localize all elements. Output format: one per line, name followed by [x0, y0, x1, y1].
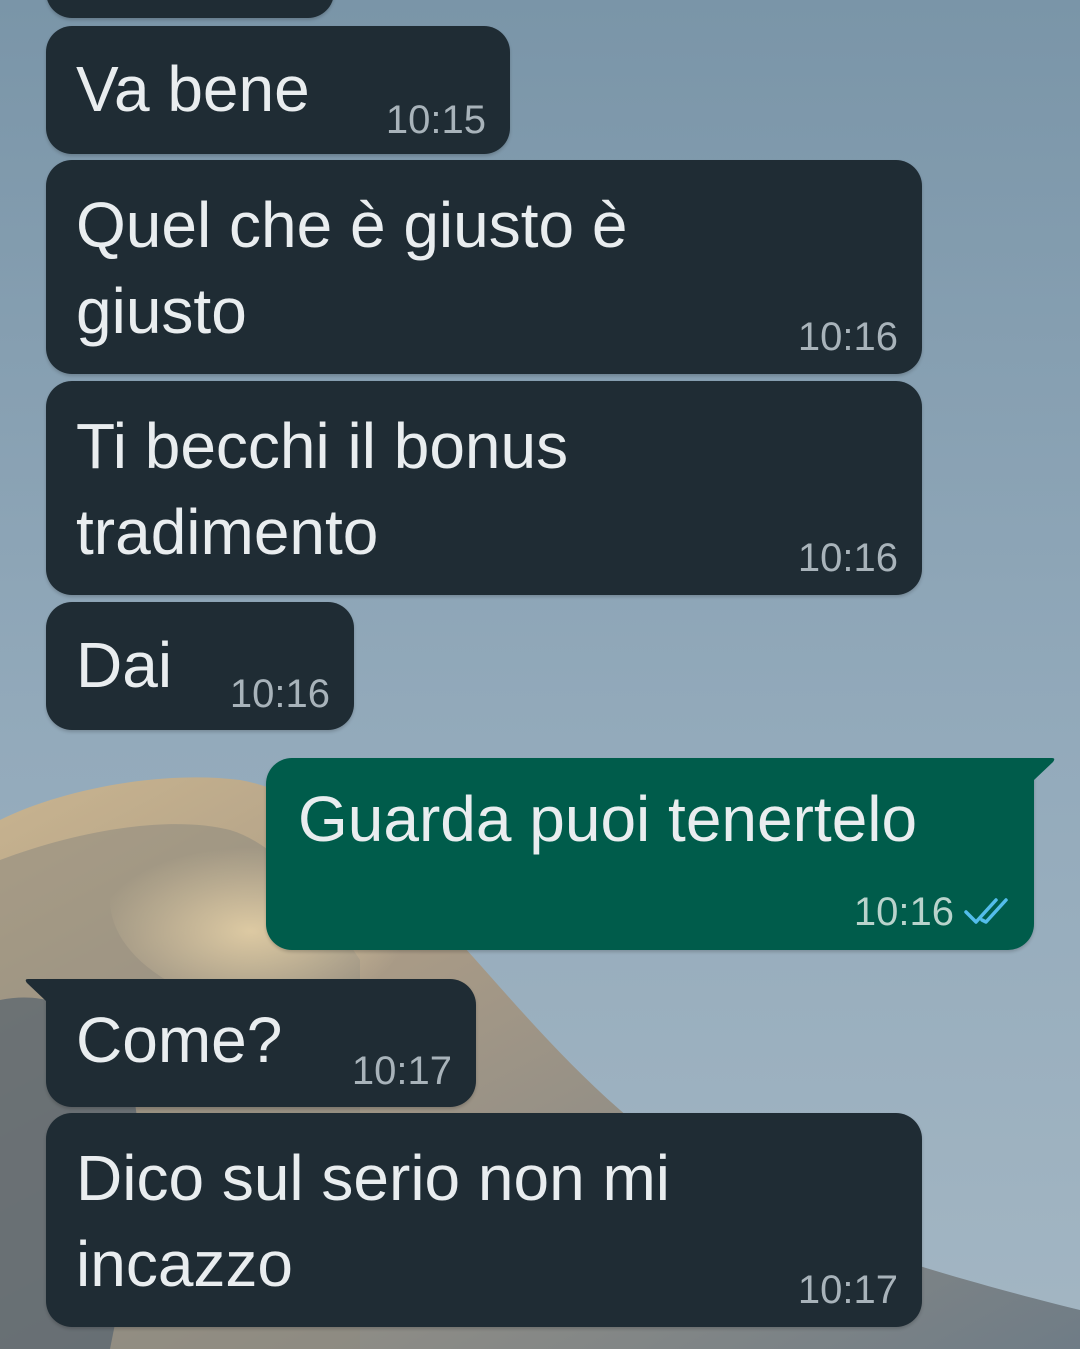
read-double-check-icon: [964, 898, 1008, 924]
message-bubble-outgoing[interactable]: Guarda puoi tenertelo 10:16: [266, 758, 1034, 950]
message-bubble-incoming[interactable]: Va bene 10:15: [46, 26, 510, 154]
message-bubble-incoming[interactable]: Dico sul serio non mi incazzo 10:17: [46, 1113, 922, 1327]
message-time: 10:16: [797, 536, 898, 580]
message-text-line-2: giusto: [76, 275, 247, 347]
message-time: 10:16: [797, 315, 898, 359]
message-time: 10:16: [853, 890, 954, 934]
message-text-line-1: Ti becchi il bonus: [76, 410, 569, 482]
message-bubble-incoming[interactable]: Come? 10:17: [46, 979, 476, 1107]
message-text: Va bene: [76, 53, 310, 125]
message-text: Guarda puoi tenertelo: [298, 783, 918, 855]
message-time: 10:16: [229, 672, 330, 716]
message-text-line-1: Dico sul serio non mi: [76, 1142, 670, 1214]
message-time: 10:17: [797, 1268, 898, 1312]
message-text-line-1: Quel che è giusto è: [76, 189, 628, 261]
message-bubble-partial[interactable]: [46, 0, 334, 18]
message-text: Dai: [76, 629, 173, 701]
message-bubble-incoming[interactable]: Quel che è giusto è giusto 10:16: [46, 160, 922, 374]
message-text-line-2: incazzo: [76, 1228, 293, 1300]
message-text: Come?: [76, 1004, 283, 1076]
message-bubble-incoming[interactable]: Dai 10:16: [46, 602, 354, 730]
incoming-bubble-tail: [25, 979, 50, 1001]
outgoing-bubble-tail: [1030, 758, 1055, 780]
message-time: 10:17: [351, 1049, 452, 1093]
message-text-line-2: tradimento: [76, 496, 379, 568]
message-bubble-incoming[interactable]: Ti becchi il bonus tradimento 10:16: [46, 381, 922, 595]
message-time: 10:15: [385, 98, 486, 142]
